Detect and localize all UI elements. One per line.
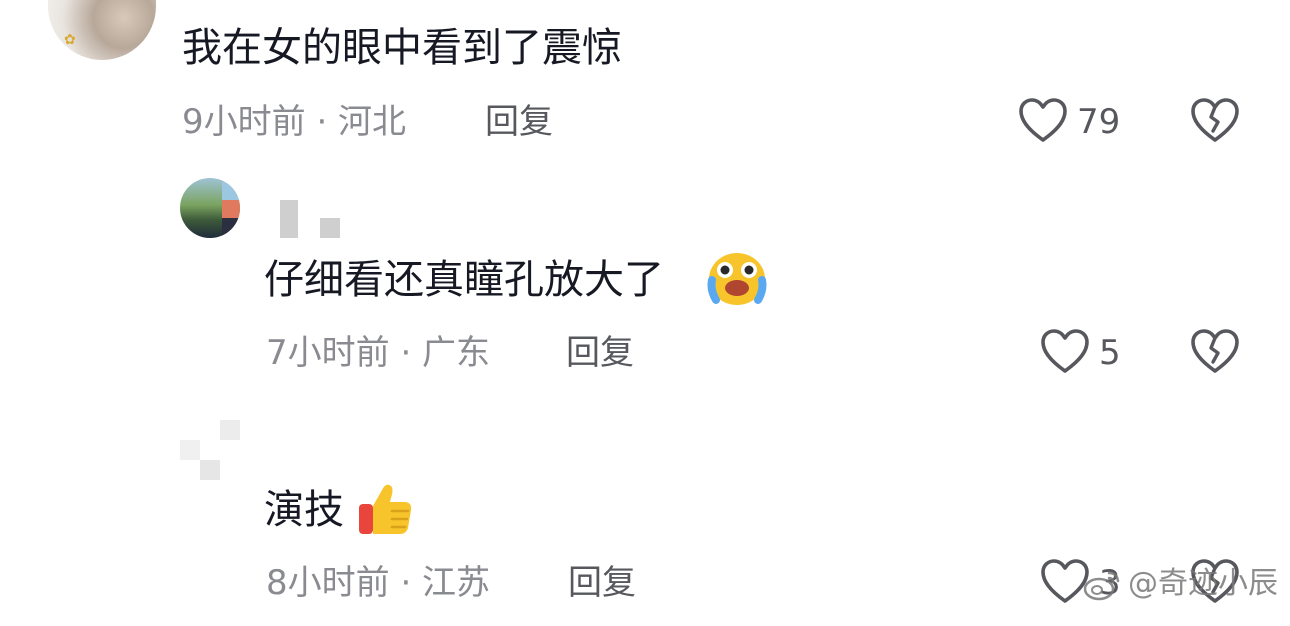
comment-text: 我在女的眼中看到了震惊 — [182, 24, 622, 72]
watermark: @奇迹小辰 — [1082, 566, 1278, 602]
comment-body: 我在女的眼中看到了震惊 — [182, 25, 622, 71]
like-count: 79 — [1077, 102, 1121, 142]
comment-meta: 9小时前 · 河北 — [182, 102, 407, 142]
dislike-button[interactable] — [1190, 328, 1240, 376]
comment-body: 演技 — [264, 487, 344, 533]
comment-body: 仔细看还真瞳孔放大了 — [264, 257, 664, 303]
broken-heart-icon — [1191, 98, 1239, 142]
reply-button[interactable]: 回复 — [566, 333, 634, 373]
avatar-sticker-icon: ✿ — [64, 32, 76, 48]
like-count: 5 — [1099, 333, 1121, 373]
thumbs-up-emoji-icon — [356, 480, 414, 542]
avatar-redacted[interactable] — [180, 420, 240, 480]
watermark-handle: @奇迹小辰 — [1128, 566, 1278, 601]
avatar[interactable] — [180, 178, 240, 238]
comment-meta: 7小时前 · 广东 — [266, 333, 491, 373]
reply-button[interactable]: 回复 — [568, 563, 636, 603]
weibo-logo-icon — [1083, 571, 1120, 601]
broken-heart-icon — [1191, 329, 1239, 373]
like-button[interactable] — [1040, 328, 1090, 376]
comment-text: 演技 — [264, 486, 344, 534]
reply-button[interactable]: 回复 — [485, 102, 553, 142]
username-redacted[interactable] — [280, 200, 344, 240]
dislike-button[interactable] — [1190, 97, 1240, 145]
like-button[interactable] — [1018, 97, 1068, 145]
heart-outline-icon — [1041, 329, 1089, 373]
comment-meta: 8小时前 · 江苏 — [266, 563, 491, 603]
crying-emoji-icon — [706, 250, 768, 312]
avatar[interactable]: ✿ — [48, 0, 156, 60]
heart-outline-icon — [1019, 98, 1067, 142]
comment-text: 仔细看还真瞳孔放大了 — [264, 256, 664, 304]
